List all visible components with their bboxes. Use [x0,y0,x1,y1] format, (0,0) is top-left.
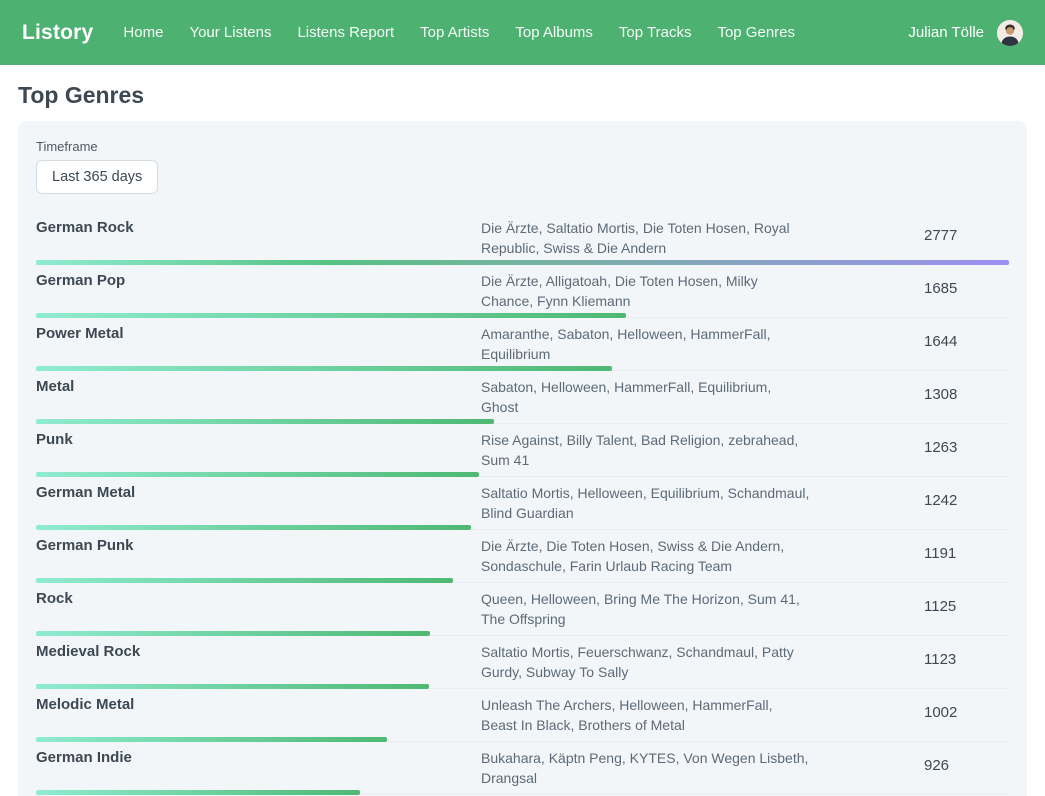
genre-count: 1685 [826,280,1009,297]
genre-artists: Bukahara, Käptn Peng, KYTES, Von Wegen L… [481,742,826,788]
app-logo[interactable]: Listory [22,21,93,45]
table-row: German Punk Die Ärzte, Die Toten Hosen, … [36,530,1009,583]
genre-bar [36,578,453,583]
bar-track [36,366,1009,371]
genre-artists: Die Ärzte, Die Toten Hosen, Swiss & Die … [481,530,826,576]
genre-name: Metal [36,371,481,417]
timeframe-label: Timeframe [36,139,1009,154]
genre-bar [36,790,360,795]
genre-name: German Indie [36,742,481,788]
bar-track [36,737,1009,742]
genre-bar [36,260,1009,265]
table-row: German Indie Bukahara, Käptn Peng, KYTES… [36,742,1009,795]
table-row: Metal Sabaton, Helloween, HammerFall, Eq… [36,371,1009,424]
genre-count: 1644 [826,333,1009,350]
genre-count: 1242 [826,492,1009,509]
genre-count: 2777 [826,227,1009,244]
bar-track [36,631,1009,636]
genre-count: 1263 [826,439,1009,456]
genre-artists: Queen, Helloween, Bring Me The Horizon, … [481,583,826,629]
genre-artists: Saltatio Mortis, Helloween, Equilibrium,… [481,477,826,523]
nav-link-your-listens[interactable]: Your Listens [189,24,271,41]
nav-link-top-albums[interactable]: Top Albums [515,24,593,41]
genre-bar [36,313,626,318]
bar-track [36,525,1009,530]
bar-track [36,260,1009,265]
genre-name: Medieval Rock [36,636,481,682]
page-title: Top Genres [18,82,1027,109]
genre-bar [36,631,430,636]
main-nav: Home Your Listens Listens Report Top Artist… [123,24,795,41]
bar-track [36,313,1009,318]
table-row: German Metal Saltatio Mortis, Helloween,… [36,477,1009,530]
bar-track [36,790,1009,795]
genre-name: German Punk [36,530,481,576]
bar-track [36,419,1009,424]
table-row: Medieval Rock Saltatio Mortis, Feuerschw… [36,636,1009,689]
genre-count: 1002 [826,704,1009,721]
table-row: Rock Queen, Helloween, Bring Me The Hori… [36,583,1009,636]
genre-count: 1308 [826,386,1009,403]
genre-artists: Sabaton, Helloween, HammerFall, Equilibr… [481,371,826,417]
genre-bar [36,366,612,371]
user-name: Julian Tölle [908,24,984,41]
table-row: Power Metal Amaranthe, Sabaton, Hellowee… [36,318,1009,371]
genre-count: 1125 [826,598,1009,615]
genre-artists: Unleash The Archers, Helloween, HammerFa… [481,689,826,735]
genre-count: 1123 [826,651,1009,668]
genre-artists: Die Ärzte, Saltatio Mortis, Die Toten Ho… [481,212,826,258]
top-genres-panel: Timeframe Last 365 days German Rock Die … [18,121,1027,796]
genre-name: Rock [36,583,481,629]
genres-table: German Rock Die Ärzte, Saltatio Mortis, … [36,212,1009,795]
genre-name: Punk [36,424,481,470]
genre-bar [36,737,387,742]
nav-link-top-artists[interactable]: Top Artists [420,24,489,41]
nav-link-top-genres[interactable]: Top Genres [717,24,795,41]
bar-track [36,578,1009,583]
user-menu[interactable]: Julian Tölle [908,20,1023,46]
genre-name: German Pop [36,265,481,311]
genre-bar [36,525,471,530]
bar-track [36,684,1009,689]
genre-name: German Rock [36,212,481,258]
bar-track [36,472,1009,477]
genre-name: Power Metal [36,318,481,364]
person-icon [997,20,1023,46]
table-row: German Rock Die Ärzte, Saltatio Mortis, … [36,212,1009,265]
genre-bar [36,472,479,477]
table-row: Punk Rise Against, Billy Talent, Bad Rel… [36,424,1009,477]
genre-artists: Amaranthe, Sabaton, Helloween, HammerFal… [481,318,826,364]
table-row: German Pop Die Ärzte, Alligatoah, Die To… [36,265,1009,318]
genre-artists: Saltatio Mortis, Feuerschwanz, Schandmau… [481,636,826,682]
nav-link-top-tracks[interactable]: Top Tracks [619,24,692,41]
genre-name: German Metal [36,477,481,523]
table-row: Melodic Metal Unleash The Archers, Hello… [36,689,1009,742]
genre-artists: Rise Against, Billy Talent, Bad Religion… [481,424,826,470]
user-avatar-icon[interactable] [997,20,1023,46]
timeframe-select-button[interactable]: Last 365 days [36,160,158,194]
nav-link-listens-report[interactable]: Listens Report [297,24,394,41]
genre-artists: Die Ärzte, Alligatoah, Die Toten Hosen, … [481,265,826,311]
nav-link-home[interactable]: Home [123,24,163,41]
main-content: Top Genres Timeframe Last 365 days Germa… [0,82,1045,796]
genre-bar [36,684,429,689]
genre-bar [36,419,494,424]
genre-count: 926 [826,757,1009,774]
genre-name: Melodic Metal [36,689,481,735]
navbar: Listory Home Your Listens Listens Report To… [0,0,1045,65]
genre-count: 1191 [826,545,1009,562]
